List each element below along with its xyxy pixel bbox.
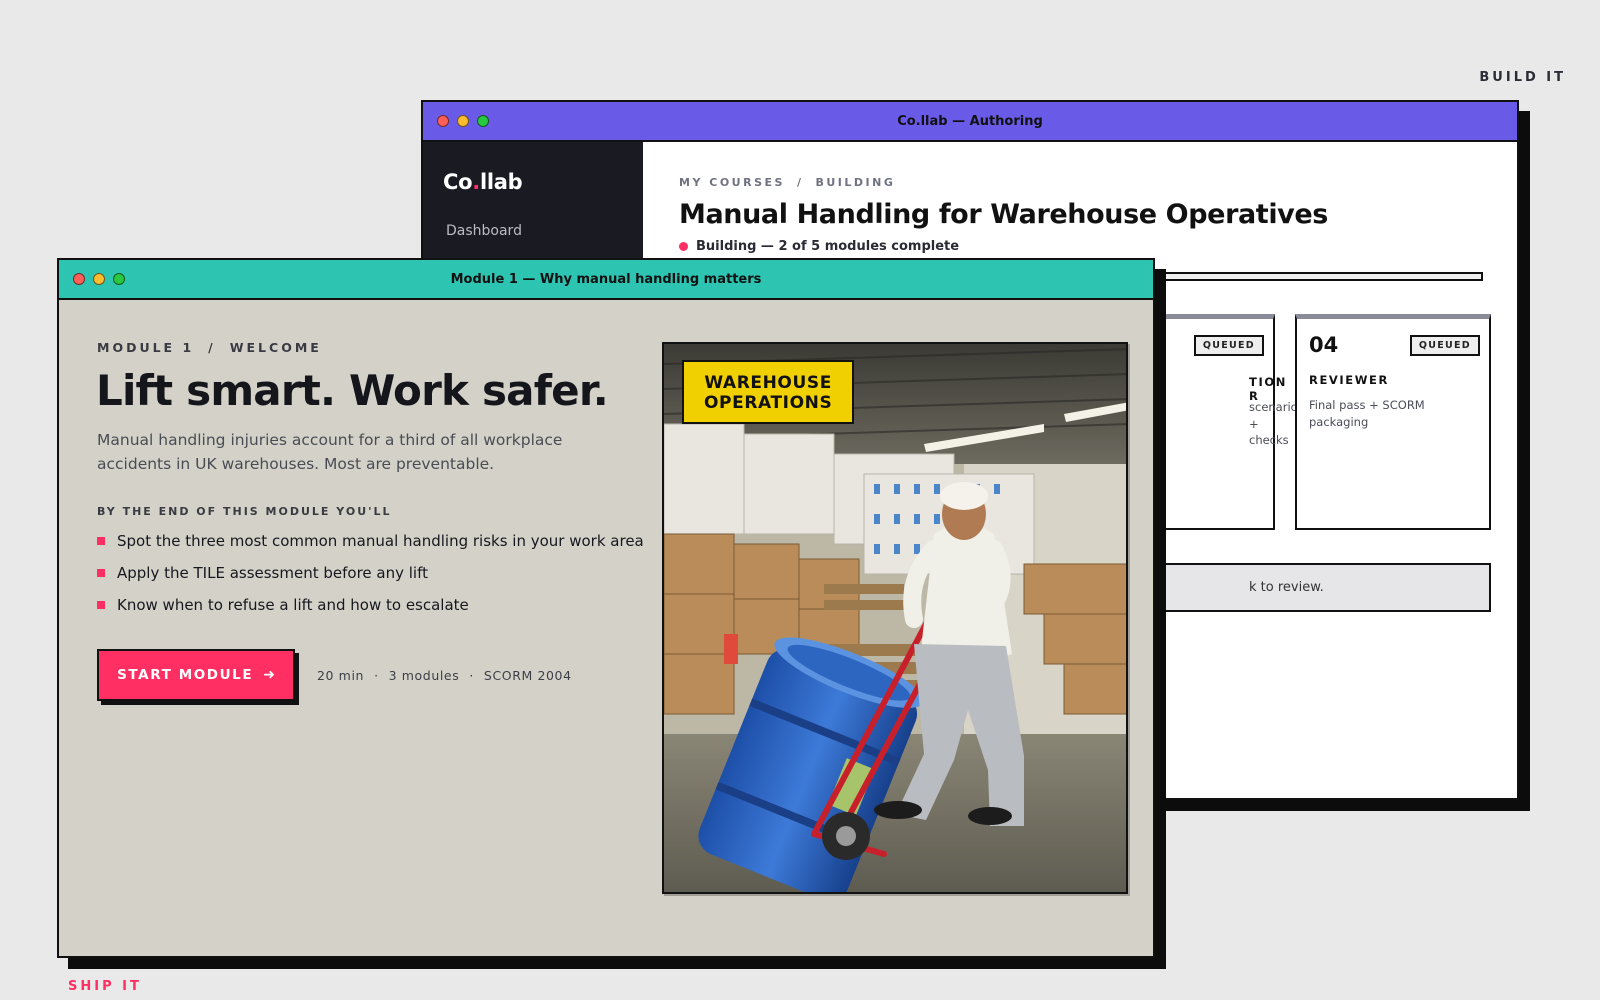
photo-tag-line1: WAREHOUSE [704, 373, 832, 393]
meta-duration: 20 min [317, 668, 365, 683]
module-meta: 20 min · 3 modules · SCORM 2004 [317, 668, 572, 683]
module-kicker: MODULE 1 / WELCOME [97, 340, 322, 355]
collab-logo[interactable]: Co.llab [443, 170, 523, 194]
logo-text-1: Co [443, 170, 473, 194]
kicker-module: MODULE 1 [97, 340, 195, 355]
breadcrumb: MY COURSES / BUILDING [679, 176, 1481, 189]
close-window-button[interactable] [73, 273, 85, 285]
ship-it-label: SHIP IT [68, 979, 142, 994]
breadcrumb-separator: / [796, 176, 804, 189]
logo-dot: . [472, 170, 480, 194]
breadcrumb-my-courses[interactable]: MY COURSES [679, 176, 785, 189]
arrow-right-icon: ➜ [263, 667, 275, 683]
objective-item: Know when to refuse a lift and how to es… [97, 595, 644, 627]
objective-item: Apply the TILE assessment before any lif… [97, 563, 644, 595]
bullet-icon [97, 537, 105, 545]
build-status-text: Building — 2 of 5 modules complete [696, 239, 960, 254]
meta-format: SCORM 2004 [483, 668, 572, 683]
minimize-window-button[interactable] [93, 273, 105, 285]
warehouse-photo: WAREHOUSE OPERATIONS [662, 342, 1128, 894]
module-window: Module 1 — Why manual handling matters M… [57, 258, 1155, 958]
meta-modules: 3 modules [388, 668, 460, 683]
minimize-window-button[interactable] [457, 115, 469, 127]
start-module-button[interactable]: START MODULE ➜ [97, 649, 295, 701]
warehouse-illustration [664, 344, 1126, 892]
module-lede: Manual handling injuries account for a t… [97, 431, 563, 474]
module-titlebar: Module 1 — Why manual handling matters [59, 260, 1153, 300]
photo-tag: WAREHOUSE OPERATIONS [682, 360, 855, 424]
maximize-window-button[interactable] [113, 273, 125, 285]
authoring-window-title: Co.llab — Authoring [897, 113, 1043, 129]
stage-description: Final pass + SCORM packaging [1309, 398, 1425, 429]
logo-text-2: llab [479, 170, 523, 194]
stage-card-reviewer[interactable]: 04 QUEUED REVIEWER Final pass + SCORM pac… [1295, 314, 1491, 530]
close-window-button[interactable] [437, 115, 449, 127]
window-controls [73, 273, 125, 285]
authoring-titlebar: Co.llab — Authoring [423, 102, 1517, 142]
module-content: MODULE 1 / WELCOME Lift smart. Work safe… [59, 300, 1153, 956]
kicker-section: WELCOME [229, 340, 322, 355]
meta-separator: · [469, 668, 474, 683]
build-status: Building — 2 of 5 modules complete [679, 239, 1481, 254]
build-it-label: BUILD IT [1479, 70, 1566, 85]
course-title: Manual Handling for Warehouse Operatives [679, 199, 1328, 230]
stage-status-badge: QUEUED [1193, 335, 1264, 356]
sidebar-item-dashboard[interactable]: Dashboard [446, 223, 522, 239]
objective-item: Spot the three most common manual handli… [97, 531, 644, 563]
status-dot-icon [679, 242, 688, 251]
stage-status-badge: QUEUED [1409, 335, 1480, 356]
meta-separator: · [374, 668, 379, 683]
maximize-window-button[interactable] [477, 115, 489, 127]
bullet-icon [97, 569, 105, 577]
module-window-title: Module 1 — Why manual handling matters [450, 271, 762, 287]
kicker-separator: / [208, 340, 216, 355]
bullet-icon [97, 601, 105, 609]
objectives-heading: BY THE END OF THIS MODULE YOU'LL [97, 505, 392, 518]
module-headline: Lift smart. Work safer. [96, 366, 609, 415]
start-module-label: START MODULE [117, 667, 254, 683]
breadcrumb-building: BUILDING [815, 176, 896, 189]
objectives-list: Spot the three most common manual handli… [97, 531, 644, 627]
window-controls [437, 115, 489, 127]
photo-tag-line2: OPERATIONS [704, 393, 833, 413]
stage-name: REVIEWER [1309, 373, 1389, 387]
